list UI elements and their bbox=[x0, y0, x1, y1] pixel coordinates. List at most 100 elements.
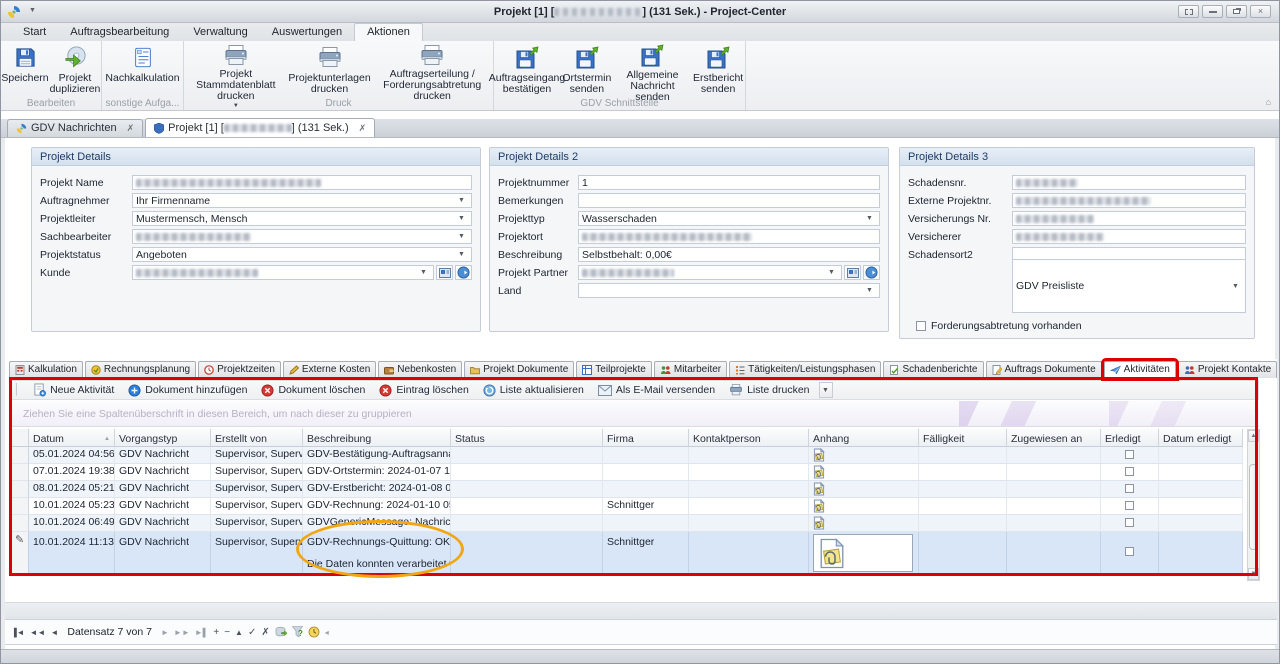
column-header-zugewiesen-an[interactable]: Zugewiesen an bbox=[1007, 429, 1101, 447]
auftragnehmer-dropdown[interactable]: Ihr Firmenname ▼ bbox=[132, 193, 472, 208]
chevron-down-icon[interactable]: ▼ bbox=[455, 230, 468, 243]
chevron-down-icon[interactable]: ▼ bbox=[825, 266, 838, 279]
nav-scroll-icon[interactable]: ◂ bbox=[325, 628, 329, 637]
doc-tab-gdv-nachrichten[interactable]: GDV Nachrichten ✗ bbox=[7, 119, 144, 137]
table-row-selected[interactable]: ✎ 10.01.2024 11:13 GDV Nachricht Supervi… bbox=[11, 532, 1243, 575]
anhang-cell[interactable] bbox=[809, 498, 919, 515]
kunde-lookup[interactable]: ▼ bbox=[132, 265, 434, 280]
ribbon-tab-verwaltung[interactable]: Verwaltung bbox=[181, 24, 259, 41]
partner-card-button[interactable] bbox=[844, 265, 861, 280]
als-email-versenden-button[interactable]: Als E-Mail versenden bbox=[593, 381, 720, 399]
tab-projekt-kontakte[interactable]: Projekt Kontakte bbox=[1177, 361, 1278, 378]
eintrag-loeschen-button[interactable]: Eintrag löschen bbox=[374, 381, 473, 399]
partner-open-button[interactable] bbox=[863, 265, 880, 280]
speichern-button[interactable]: Speichern bbox=[1, 43, 49, 99]
ribbon-tab-auswertungen[interactable]: Auswertungen bbox=[260, 24, 354, 41]
table-row[interactable]: 10.01.2024 06:49 GDV Nachricht Superviso… bbox=[11, 515, 1243, 532]
column-header-vorgangstyp[interactable]: Vorgangstyp bbox=[115, 429, 211, 447]
projektort-input[interactable] bbox=[578, 229, 880, 244]
sachbearbeiter-dropdown[interactable]: ▼ bbox=[132, 229, 472, 244]
ortstermin-senden-button[interactable]: Ortstermin senden bbox=[560, 43, 614, 99]
dokument-loeschen-button[interactable]: Dokument löschen bbox=[256, 381, 370, 399]
nav-append-icon[interactable]: + bbox=[213, 627, 219, 638]
nav-delete-icon[interactable]: − bbox=[224, 627, 230, 638]
column-header-firma[interactable]: Firma bbox=[603, 429, 689, 447]
vertical-scrollbar[interactable]: ▲ ▼ bbox=[1247, 429, 1260, 581]
history-clock-icon[interactable] bbox=[308, 626, 320, 638]
projektnummer-input[interactable]: 1 bbox=[578, 175, 880, 190]
auftragserteilung-drucken-button[interactable]: Auftragserteilung / Forderungsabtretung … bbox=[371, 43, 493, 102]
anhang-cell[interactable] bbox=[809, 464, 919, 481]
dokument-hinzufuegen-button[interactable]: Dokument hinzufügen bbox=[123, 381, 252, 399]
projekt-duplizieren-button[interactable]: Projekt duplizieren bbox=[49, 43, 101, 99]
standard-preisliste-dropdown[interactable]: GDV Preisliste ▼ bbox=[1012, 259, 1246, 313]
kunde-open-button[interactable] bbox=[455, 265, 472, 280]
tab-teilprojekte[interactable]: Teilprojekte bbox=[576, 361, 652, 378]
tab-kalkulation[interactable]: Kalkulation bbox=[9, 361, 83, 378]
auftragseingang-bestaetigen-button[interactable]: Auftragseingang bestätigen bbox=[489, 43, 565, 99]
chevron-down-icon[interactable]: ▼ bbox=[455, 212, 468, 225]
ribbon-tab-auftragsbearbeitung[interactable]: Auftragsbearbeitung bbox=[58, 24, 181, 41]
erledigt-checkbox[interactable] bbox=[1125, 518, 1134, 527]
erledigt-checkbox[interactable] bbox=[1125, 467, 1134, 476]
schadensnr-input[interactable] bbox=[1012, 175, 1246, 190]
projektleiter-dropdown[interactable]: Mustermensch, Mensch ▼ bbox=[132, 211, 472, 226]
nav-first-icon[interactable]: ▐◄ bbox=[11, 628, 25, 637]
chevron-down-icon[interactable]: ▼ bbox=[863, 212, 876, 225]
nav-last-icon[interactable]: ►▌ bbox=[195, 628, 209, 637]
group-by-panel[interactable]: Ziehen Sie eine Spaltenüberschrift in di… bbox=[9, 401, 1259, 427]
kunde-card-button[interactable] bbox=[436, 265, 453, 280]
restore-button[interactable] bbox=[1226, 5, 1247, 18]
nav-cancel-icon[interactable]: ✗ bbox=[261, 627, 269, 638]
ribbon-tab-aktionen[interactable]: Aktionen bbox=[354, 23, 423, 41]
scrollbar-thumb[interactable] bbox=[1249, 464, 1258, 550]
nav-next-icon[interactable]: ► bbox=[161, 628, 169, 637]
projekt-partner-lookup[interactable]: ▼ bbox=[578, 265, 842, 280]
scroll-up-icon[interactable]: ▲ bbox=[1248, 430, 1259, 442]
erledigt-checkbox[interactable] bbox=[1125, 484, 1134, 493]
column-header-kontaktperson[interactable]: Kontaktperson bbox=[689, 429, 809, 447]
anhang-cell[interactable] bbox=[809, 447, 919, 464]
liste-aktualisieren-button[interactable]: Liste aktualisieren bbox=[478, 381, 589, 399]
close-button[interactable]: × bbox=[1250, 5, 1271, 18]
versicherungs-nr-input[interactable] bbox=[1012, 211, 1246, 226]
erstbericht-senden-button[interactable]: Erstbericht senden bbox=[691, 43, 745, 99]
close-tab-icon[interactable]: ✗ bbox=[127, 123, 135, 134]
land-dropdown[interactable]: ▼ bbox=[578, 283, 880, 298]
column-header-erledigt[interactable]: Erledigt bbox=[1101, 429, 1159, 447]
nav-edit-icon[interactable]: ▲ bbox=[235, 628, 243, 637]
table-row[interactable]: 05.01.2024 04:56 GDV Nachricht Superviso… bbox=[11, 447, 1243, 464]
chevron-down-icon[interactable]: ▼ bbox=[1229, 280, 1242, 293]
chevron-down-icon[interactable]: ▼ bbox=[455, 248, 468, 261]
tab-externe-kosten[interactable]: Externe Kosten bbox=[282, 361, 377, 378]
table-row[interactable]: 08.01.2024 05:21 GDV Nachricht Superviso… bbox=[11, 481, 1243, 498]
tab-projektzeiten[interactable]: Projektzeiten bbox=[198, 361, 281, 378]
anhang-cell[interactable] bbox=[809, 515, 919, 532]
beschreibung-input[interactable]: Selbstbehalt: 0,00€ bbox=[578, 247, 880, 262]
neue-aktivitaet-button[interactable]: Neue Aktivität bbox=[28, 381, 119, 399]
chevron-down-icon[interactable]: ▼ bbox=[455, 194, 468, 207]
liste-drucken-dropdown-icon[interactable]: ▼ bbox=[818, 382, 833, 398]
allgemeine-nachricht-senden-button[interactable]: Allgemeine Nachricht senden bbox=[614, 43, 692, 103]
anhang-cell[interactable] bbox=[809, 481, 919, 498]
chevron-down-icon[interactable]: ▼ bbox=[863, 284, 876, 297]
tab-auftrags-dokumente[interactable]: Auftrags Dokumente bbox=[985, 361, 1102, 378]
ribbon-tab-start[interactable]: Start bbox=[11, 24, 58, 41]
projekttyp-dropdown[interactable]: Wasserschaden ▼ bbox=[578, 211, 880, 226]
scroll-down-icon[interactable]: ▼ bbox=[1248, 568, 1259, 580]
close-tab-icon[interactable]: ✗ bbox=[359, 123, 367, 134]
column-header-datum[interactable]: Datum ▲ bbox=[29, 429, 115, 447]
attachment-preview[interactable] bbox=[813, 534, 913, 572]
filter-icon[interactable]: ? bbox=[291, 626, 303, 638]
tab-projekt-dokumente[interactable]: Projekt Dokumente bbox=[464, 361, 575, 378]
pin-window-button[interactable] bbox=[1178, 5, 1199, 18]
erledigt-checkbox[interactable] bbox=[1125, 450, 1134, 459]
tab-taetigkeiten[interactable]: Tätigkeiten/Leistungsphasen bbox=[729, 361, 882, 378]
column-header-beschreibung[interactable]: Beschreibung bbox=[303, 429, 451, 447]
versicherer-input[interactable] bbox=[1012, 229, 1246, 244]
projektunterlagen-drucken-button[interactable]: Projektunterlagen drucken bbox=[288, 43, 372, 99]
tab-rechnungsplanung[interactable]: Rechnungsplanung bbox=[84, 361, 197, 378]
column-header-status[interactable]: Status bbox=[451, 429, 603, 447]
table-row[interactable]: 07.01.2024 19:38 GDV Nachricht Superviso… bbox=[11, 464, 1243, 481]
forderungsabtretung-checkbox[interactable] bbox=[916, 320, 926, 331]
